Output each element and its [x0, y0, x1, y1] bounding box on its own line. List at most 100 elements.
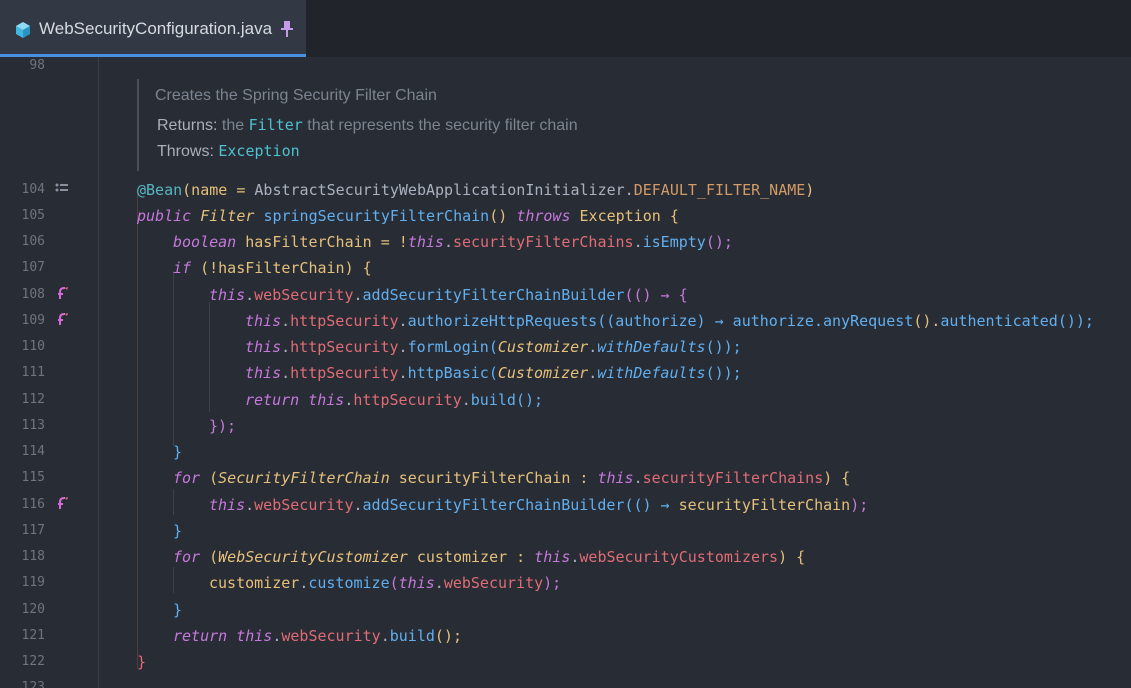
code-line-113[interactable]: }); — [209, 416, 236, 436]
code-text: (name = — [182, 181, 255, 199]
indent-guide — [209, 302, 210, 412]
line-number: 108 — [21, 287, 45, 302]
bean-list-icon[interactable] — [55, 181, 69, 195]
code-line-106[interactable]: boolean hasFilterChain = !this.securityF… — [173, 232, 733, 252]
code-text: . — [443, 233, 453, 251]
code-text: (); — [434, 627, 462, 645]
editor-tab-bar: WebSecurityConfiguration.java — [0, 0, 1131, 57]
tab-websecurityconfiguration[interactable]: WebSecurityConfiguration.java — [0, 0, 306, 57]
code-text: (); — [705, 233, 733, 251]
code-line-120[interactable]: } — [173, 600, 182, 620]
keyword: this — [534, 548, 571, 566]
javadoc-render-block[interactable]: Creates the Spring Security Filter Chain… — [137, 79, 739, 171]
returns-text-post: that represents the security filter chai… — [307, 117, 578, 134]
tab-filename: WebSecurityConfiguration.java — [39, 19, 273, 38]
code-line-105[interactable]: public Filter springSecurityFilterChain(… — [137, 206, 679, 226]
code-text: ( — [488, 364, 498, 382]
type: Customizer — [497, 364, 589, 382]
type: SecurityFilterChain — [218, 469, 390, 487]
code-line-116[interactable]: this.webSecurity.addSecurityFilterChainB… — [209, 495, 868, 515]
code-text: . — [380, 627, 390, 645]
line-number: 122 — [21, 654, 45, 669]
indent-guide — [173, 271, 174, 446]
throws-label: Throws: — [157, 143, 214, 160]
keyword: for — [173, 469, 201, 487]
code-text: ( — [488, 338, 498, 356]
keyword: this — [209, 286, 246, 304]
code-text: . — [281, 312, 291, 330]
keyword: this — [308, 391, 345, 409]
constant: DEFAULT_FILTER_NAME — [633, 181, 806, 199]
keyword: this — [597, 469, 634, 487]
method-name: withDefaults — [597, 364, 706, 382]
code-line-111[interactable]: this.httpSecurity.httpBasic(Customizer.w… — [245, 363, 742, 383]
method-name: addSecurityFilterChainBuilder — [362, 496, 625, 514]
lambda-call-icon[interactable] — [55, 312, 69, 326]
code-line-118[interactable]: for (WebSecurityCustomizer customizer : … — [173, 547, 805, 567]
code-text: (!hasFilterChain) { — [191, 259, 372, 277]
method-name: httpBasic — [407, 364, 489, 382]
returns-code-link[interactable]: Filter — [249, 116, 303, 134]
keyword: boolean — [173, 233, 237, 251]
code-line-112[interactable]: return this.httpSecurity.build(); — [245, 390, 543, 410]
code-line-122[interactable]: } — [137, 652, 146, 672]
code-text: } — [173, 522, 183, 540]
code-text: ) — [805, 181, 815, 199]
keyword: this — [245, 338, 282, 356]
code-text: . — [353, 496, 363, 514]
line-number: 110 — [21, 339, 45, 354]
code-text: (). — [913, 312, 941, 330]
gutter-separator — [98, 57, 99, 688]
line-number: 118 — [21, 549, 45, 564]
keyword: this — [398, 574, 435, 592]
code-line-110[interactable]: this.httpSecurity.formLogin(Customizer.w… — [245, 337, 742, 357]
code-text: . — [398, 364, 408, 382]
line-number: 116 — [21, 497, 45, 512]
code-text: securityFilterChain : — [389, 469, 598, 487]
line-number: 123 — [21, 680, 45, 688]
code-text: hasFilterChain = ! — [236, 233, 408, 251]
code-line-108[interactable]: this.webSecurity.addSecurityFilterChainB… — [209, 285, 688, 305]
field: webSecurity — [254, 286, 354, 304]
code-line-117[interactable]: } — [173, 521, 182, 541]
type: Customizer — [497, 338, 589, 356]
indent-guide — [173, 567, 174, 593]
code-text: . — [633, 469, 643, 487]
method-name: formLogin — [407, 338, 489, 356]
line-number: 117 — [21, 523, 45, 538]
throws-code-link[interactable]: Exception — [218, 142, 299, 160]
lambda-call-icon[interactable] — [55, 496, 69, 510]
code-text: ); — [543, 574, 562, 592]
method-name: build — [389, 627, 435, 645]
code-line-109[interactable]: this.httpSecurity.authorizeHttpRequests(… — [245, 311, 1094, 331]
code-text: ( — [389, 574, 399, 592]
code-line-114[interactable]: } — [173, 442, 182, 462]
code-text: customizer : — [407, 548, 535, 566]
code-line-115[interactable]: for (SecurityFilterChain securityFilterC… — [173, 468, 850, 488]
type: Exception — [579, 207, 661, 225]
code-line-119[interactable]: customizer.customize(this.webSecurity); — [209, 573, 561, 593]
line-number: 104 — [21, 182, 45, 197]
keyword: throws — [516, 207, 571, 225]
line-number: 121 — [21, 628, 45, 643]
code-text: . — [588, 364, 598, 382]
code-line-121[interactable]: return this.webSecurity.build(); — [173, 626, 462, 646]
indent-guide — [173, 489, 174, 515]
code-editor[interactable]: 98 104 105 106 107 108 109 110 111 112 1… — [0, 57, 1131, 688]
code-text: . — [434, 574, 444, 592]
line-number: 119 — [21, 575, 45, 590]
field: securityFilterChains — [642, 469, 824, 487]
code-text: . — [461, 391, 471, 409]
code-text: . — [281, 338, 291, 356]
code-line-107[interactable]: if (!hasFilterChain) { — [173, 258, 372, 278]
pin-icon[interactable] — [281, 21, 293, 37]
method-name: customize — [308, 574, 390, 592]
code-text: } — [137, 653, 147, 671]
code-text: } — [173, 601, 183, 619]
field: securityFilterChains — [452, 233, 634, 251]
lambda-call-icon[interactable] — [55, 286, 69, 300]
method-name: authorizeHttpRequests — [407, 312, 598, 330]
keyword: return — [245, 391, 300, 409]
code-line-104[interactable]: @Bean(name = AbstractSecurityWebApplicat… — [137, 180, 814, 200]
returns-text-pre: the — [221, 117, 245, 134]
